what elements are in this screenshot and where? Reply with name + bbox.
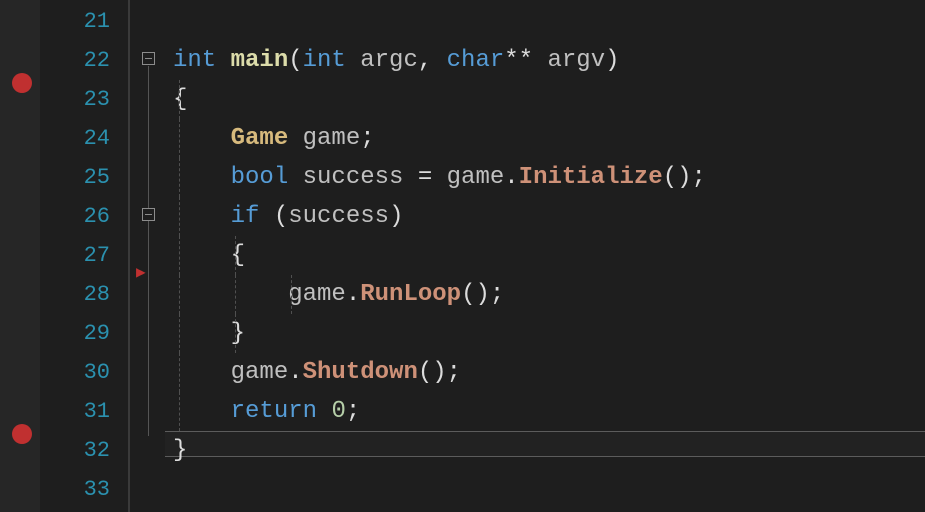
fold-collapse-icon[interactable] [142,208,155,221]
indent-guide [235,236,236,275]
operator: ** [504,47,547,74]
punct: . [346,281,360,308]
number: 0 [331,398,345,425]
fold-margin[interactable]: ▶ [130,0,165,512]
operator: = [418,164,447,191]
code-line[interactable]: { [165,80,925,119]
punct: . [288,359,302,386]
line-number[interactable]: 23 [40,80,128,119]
indent-guide [179,119,180,158]
indent-guide [179,158,180,197]
punct: (); [663,164,706,191]
keyword: if [231,203,274,230]
method-name: Shutdown [303,359,418,386]
line-number[interactable]: 29 [40,314,128,353]
line-number[interactable]: 26 [40,197,128,236]
identifier: argc [360,47,418,74]
punct: ; [346,398,360,425]
code-line[interactable]: if (success) [165,197,925,236]
identifier: success [303,164,418,191]
indent-guide [235,314,236,353]
code-editor[interactable]: 21 22 23 24 25 26 27 28 29 30 31 32 33 ▶… [0,0,925,512]
code-line[interactable] [165,470,925,509]
code-line[interactable]: game.RunLoop(); [165,275,925,314]
identifier: game [231,359,289,386]
code-line[interactable]: } [165,431,925,470]
breakpoint-icon[interactable] [12,424,32,444]
indent-guide [179,197,180,236]
line-number[interactable]: 22 [40,41,128,80]
line-number[interactable]: 27 [40,236,128,275]
function-name: main [231,47,289,74]
identifier: game [288,281,346,308]
indent-guide [179,353,180,392]
indent-guide [235,275,236,314]
punct: . [504,164,518,191]
punct: ( [274,203,288,230]
line-number[interactable]: 30 [40,353,128,392]
line-number[interactable]: 25 [40,158,128,197]
identifier: game [303,125,361,152]
indent-guide [179,236,180,275]
execution-pointer-icon: ▶ [136,262,146,282]
indent-guide [179,275,180,314]
line-number[interactable]: 24 [40,119,128,158]
keyword: bool [231,164,303,191]
code-line[interactable] [165,2,925,41]
code-line[interactable]: return 0; [165,392,925,431]
identifier: success [288,203,389,230]
keyword: int [173,47,231,74]
breakpoint-margin[interactable] [0,0,40,512]
breakpoint-icon[interactable] [12,73,32,93]
code-line[interactable]: { [165,236,925,275]
indent-guide [291,275,292,314]
identifier: argv [547,47,605,74]
line-number[interactable]: 31 [40,392,128,431]
brace: { [231,242,245,269]
brace: } [173,437,187,464]
line-number[interactable]: 21 [40,2,128,41]
punct: ) [605,47,619,74]
fold-guide-line [148,66,149,436]
punct: (); [461,281,504,308]
code-line[interactable]: } [165,314,925,353]
punct: (); [418,359,461,386]
punct: ) [389,203,403,230]
punct: ; [360,125,374,152]
keyword: int [303,47,361,74]
indent-guide [179,314,180,353]
line-number[interactable]: 32 [40,431,128,470]
punct: , [418,47,447,74]
method-name: RunLoop [360,281,461,308]
code-line[interactable]: game.Shutdown(); [165,353,925,392]
code-line[interactable]: Game game; [165,119,925,158]
line-number[interactable]: 28 [40,275,128,314]
fold-collapse-icon[interactable] [142,52,155,65]
method-name: Initialize [519,164,663,191]
keyword: return [231,398,332,425]
identifier: game [447,164,505,191]
line-number[interactable]: 33 [40,470,128,509]
punct: ( [288,47,302,74]
code-area[interactable]: int main(int argc, char** argv) { Game g… [165,0,925,512]
indent-guide [179,392,180,431]
indent-guide [179,80,180,119]
code-line[interactable]: bool success = game.Initialize(); [165,158,925,197]
class-name: Game [231,125,303,152]
line-number-gutter[interactable]: 21 22 23 24 25 26 27 28 29 30 31 32 33 [40,0,130,512]
code-line[interactable]: int main(int argc, char** argv) [165,41,925,80]
keyword: char [447,47,505,74]
brace: { [173,86,187,113]
brace: } [231,320,245,347]
